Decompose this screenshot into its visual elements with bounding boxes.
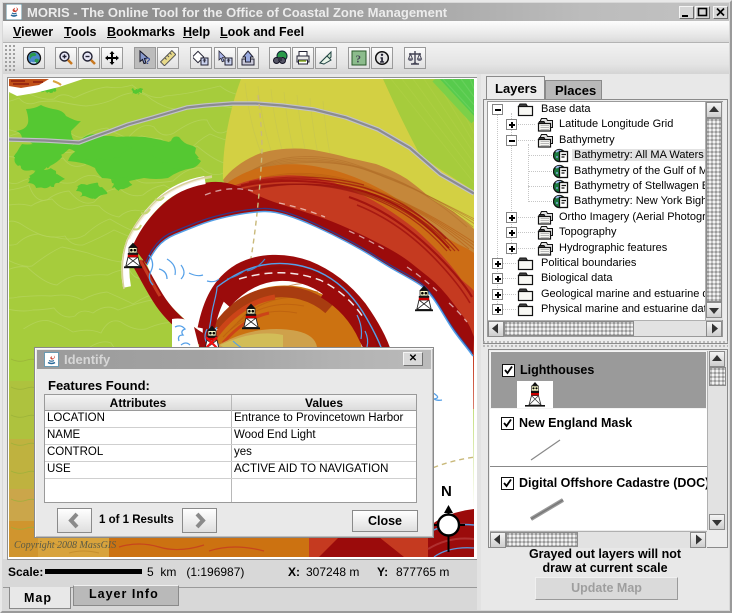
svg-text:?: ? [145,56,151,66]
svg-text:Copyright 2008 MassGIS: Copyright 2008 MassGIS [14,540,116,551]
svg-text:N: N [441,483,452,500]
svg-text:?: ? [356,54,362,66]
